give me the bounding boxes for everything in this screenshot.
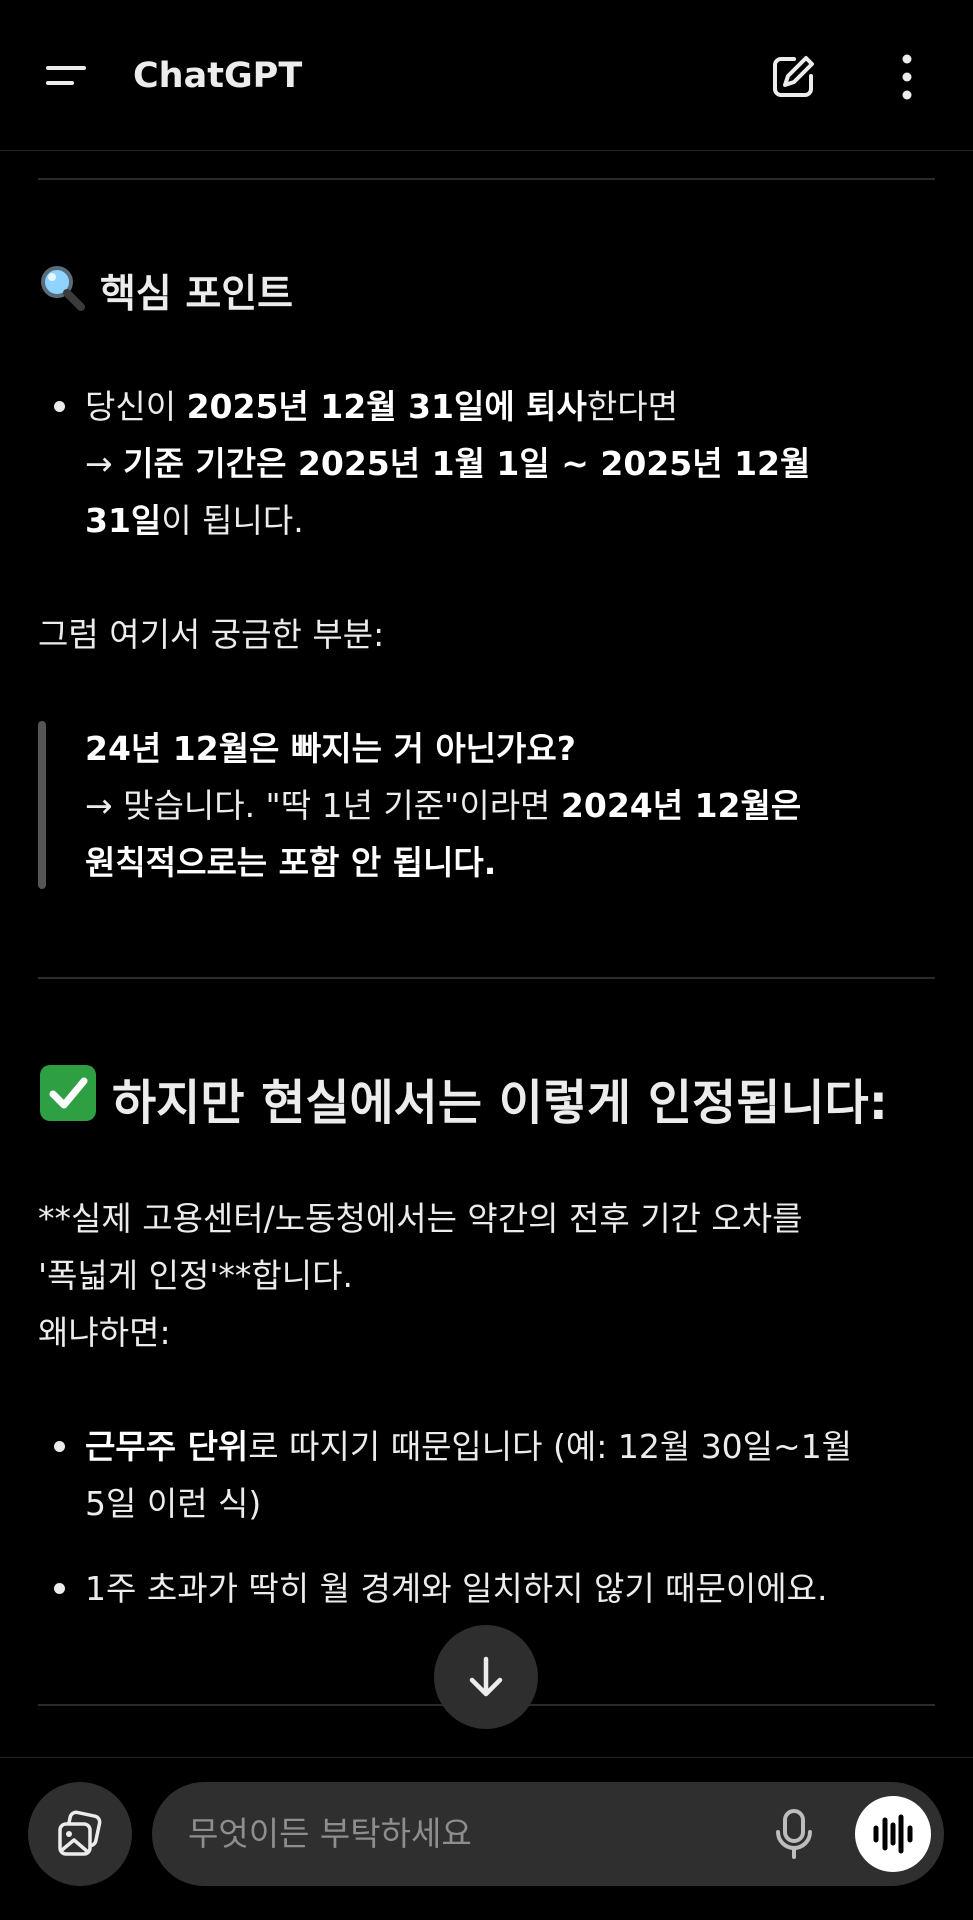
more-options-icon[interactable] (880, 50, 934, 104)
quote-line: → 맞습니다. "딱 1년 기준"이라면 2024년 12월은 (85, 786, 802, 825)
bold-text: 2025년 12월 31일에 퇴사 (186, 387, 587, 426)
bold-text: 24년 12월은 빠지는 거 아닌가요? (85, 729, 576, 768)
section-divider (38, 178, 935, 180)
image-attach-icon (58, 1810, 102, 1856)
bullet-line: 1주 초과가 딱히 월 경계와 일치하지 않기 때문이에요. (85, 1569, 828, 1608)
app-title: ChatGPT (133, 56, 303, 96)
magnifier-emoji-icon (38, 263, 86, 327)
bold-text: 31일 (85, 501, 162, 540)
composer-divider (0, 1757, 973, 1758)
section-divider (38, 977, 935, 979)
bold-text: 원칙적으로는 포함 안 됩니다. (85, 843, 497, 882)
paragraph-line: 왜냐하면: (38, 1313, 171, 1352)
microphone-icon (776, 1809, 812, 1859)
top-bar: ChatGPT (0, 0, 973, 151)
paragraph-line: **실제 고용센터/노동청에서는 약간의 전후 기간 오차를 (38, 1199, 803, 1238)
new-chat-edit-icon[interactable] (766, 50, 820, 104)
paragraph-line: '폭넓게 인정'**합니다. (38, 1256, 354, 1295)
bullet-dot (54, 1583, 65, 1594)
bullet-line: → 기준 기간은 2025년 1월 1일 ~ 2025년 12월 (85, 444, 811, 483)
microphone-button[interactable] (766, 1806, 822, 1862)
input-placeholder: 무엇이든 부탁하세요 (188, 1814, 472, 1853)
bullet-dot (54, 1441, 65, 1452)
bullet-dot (54, 401, 65, 412)
arrow-down-icon (469, 1656, 503, 1697)
voice-mode-button[interactable] (855, 1796, 931, 1872)
bullet-line: 당신이 2025년 12월 31일에 퇴사한다면 (85, 387, 678, 426)
waveform-icon (873, 1814, 913, 1854)
quote-line: 24년 12월은 빠지는 거 아닌가요? (85, 720, 576, 777)
message-input[interactable]: 무엇이든 부탁하세요 (152, 1782, 944, 1886)
check-mark-emoji-icon (38, 1063, 98, 1142)
paragraph: 그럼 여기서 궁금한 부분: (38, 615, 385, 654)
scroll-to-bottom-button[interactable] (434, 1625, 538, 1729)
blockquote-bar (38, 721, 46, 889)
section-heading-key-points: 핵심 포인트 (38, 263, 293, 327)
bullet-line: 31일이 됩니다. (85, 501, 304, 540)
sidebar-menu-icon[interactable] (38, 55, 94, 99)
bold-text: 2024년 12월은 (560, 786, 802, 825)
attach-image-button[interactable] (28, 1782, 132, 1886)
quote-line: 원칙적으로는 포함 안 됩니다. (85, 834, 496, 891)
bold-text: 기준 기간은 2025년 1월 1일 ~ 2025년 12월 (123, 444, 811, 483)
bold-text: 근무주 단위 (85, 1427, 249, 1466)
bullet-line: 근무주 단위로 따지기 때문입니다 (예: 12월 30일~1월 (85, 1427, 853, 1466)
bullet-line: 5일 이런 식) (85, 1484, 262, 1523)
section-heading-reality: 하지만 현실에서는 이렇게 인정됩니다: (38, 1063, 888, 1142)
